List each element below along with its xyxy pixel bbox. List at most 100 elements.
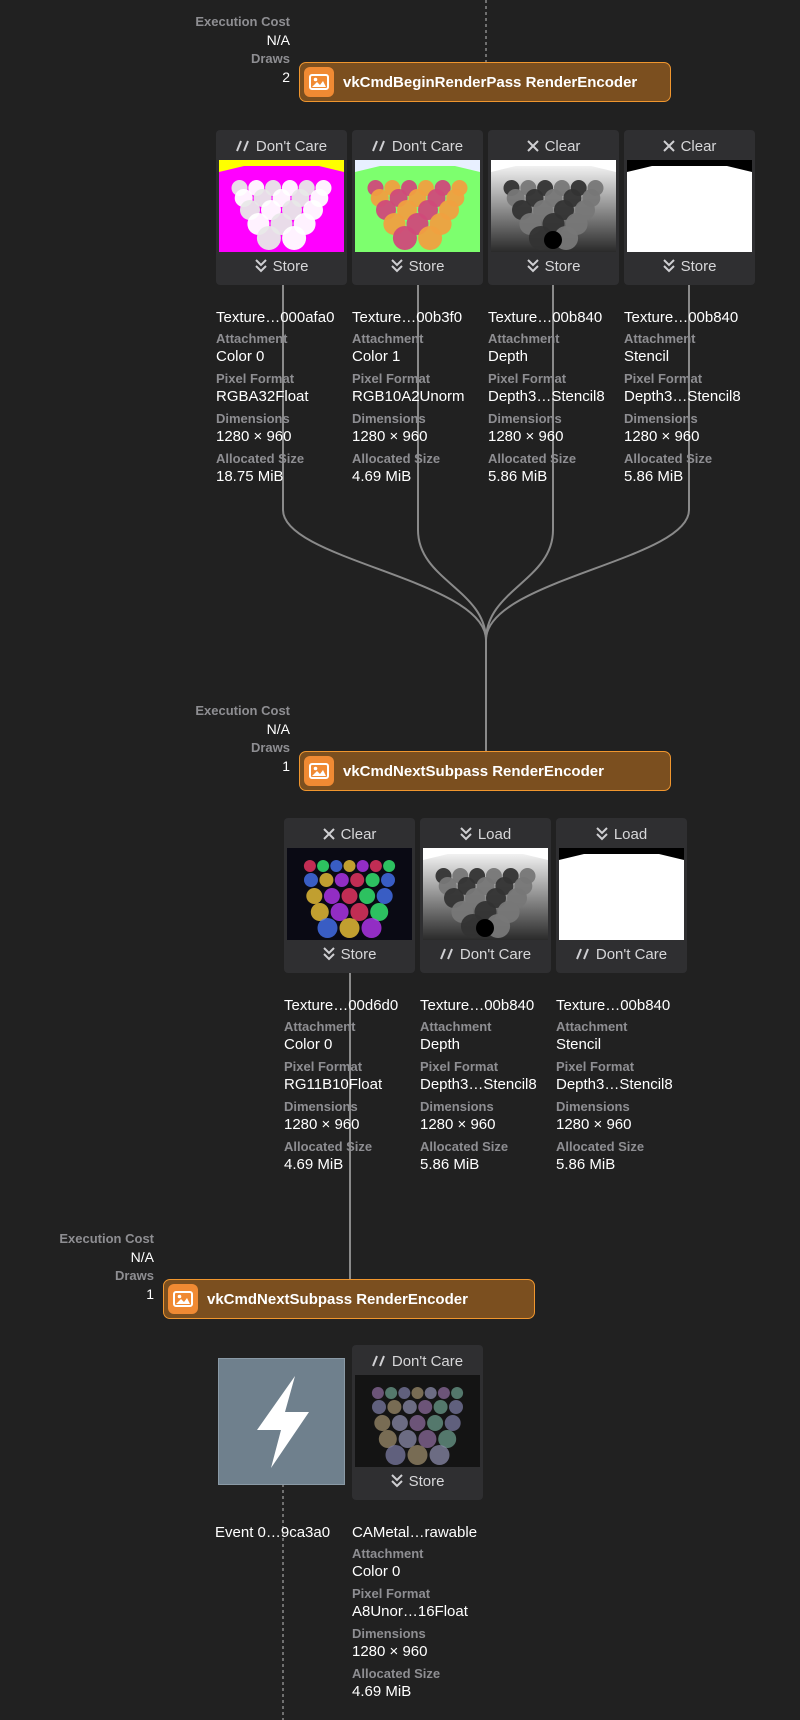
load-action-label: Load bbox=[477, 825, 512, 843]
dont-care-icon bbox=[371, 1355, 386, 1367]
allocated-size-value: 5.86 MiB bbox=[624, 468, 684, 485]
texture-name[interactable]: Texture…00b3f0 bbox=[352, 308, 488, 328]
store-action[interactable]: Store bbox=[284, 940, 415, 968]
texture-thumbnail[interactable] bbox=[355, 160, 480, 252]
exec-cost-label: Execution Cost bbox=[195, 703, 290, 718]
attachment-value: Stencil bbox=[556, 1036, 602, 1053]
store-action[interactable]: Store bbox=[352, 252, 483, 280]
store-action[interactable]: Store bbox=[216, 252, 347, 280]
attachment-label: Attachment bbox=[352, 1546, 424, 1561]
attachment-label: Attachment bbox=[216, 331, 288, 346]
store-action[interactable]: Store bbox=[624, 252, 755, 280]
texture-name[interactable]: Texture…000afa0 bbox=[216, 308, 352, 328]
dimensions-label: Dimensions bbox=[624, 411, 698, 426]
texture-name[interactable]: Texture…00b840 bbox=[420, 996, 556, 1016]
exec-cost-value: N/A bbox=[266, 32, 290, 48]
pixel-format-value: Depth3…Stencil8 bbox=[488, 388, 605, 405]
store-action[interactable]: Don't Care bbox=[420, 940, 551, 968]
load-action[interactable]: Don't Care bbox=[352, 1347, 483, 1375]
texture-thumbnail[interactable] bbox=[423, 848, 548, 940]
attachment-value: Depth bbox=[420, 1036, 461, 1053]
encoder-node-next-subpass-2[interactable]: vkCmdNextSubpass RenderEncoder bbox=[163, 1279, 535, 1319]
exec-cost-label: Execution Cost bbox=[59, 1231, 154, 1246]
encoder-node-next-subpass-1[interactable]: vkCmdNextSubpass RenderEncoder bbox=[299, 751, 671, 791]
load-action[interactable]: Clear bbox=[284, 820, 415, 848]
store-action[interactable]: Don't Care bbox=[556, 940, 687, 968]
event-node[interactable] bbox=[218, 1358, 345, 1485]
dimensions-label: Dimensions bbox=[352, 1626, 426, 1641]
load-action[interactable]: Clear bbox=[624, 132, 755, 160]
dimensions-label: Dimensions bbox=[556, 1099, 630, 1114]
dimensions-value: 1280 × 960 bbox=[216, 428, 292, 445]
dimensions-label: Dimensions bbox=[284, 1099, 358, 1114]
dimensions-label: Dimensions bbox=[352, 411, 426, 426]
encoder-node-begin-render-pass[interactable]: vkCmdBeginRenderPass RenderEncoder bbox=[299, 62, 671, 102]
clear-x-icon bbox=[526, 140, 539, 152]
load-action-label: Clear bbox=[340, 825, 377, 843]
attachment-info: Texture…00b840 Attachment Stencil Pixel For… bbox=[624, 308, 760, 490]
dont-care-icon bbox=[371, 140, 386, 152]
load-action[interactable]: Don't Care bbox=[352, 132, 483, 160]
texture-name[interactable]: Texture…00b840 bbox=[624, 308, 760, 328]
clear-x-icon bbox=[662, 140, 675, 152]
store-action[interactable]: Store bbox=[352, 1467, 483, 1495]
attachment-card[interactable]: Don't Care Store bbox=[352, 1345, 483, 1500]
attachment-card[interactable]: Load Don't Care bbox=[556, 818, 687, 973]
encoder-3-meta: Execution Cost N/A Draws 1 bbox=[14, 1230, 154, 1304]
load-action[interactable]: Load bbox=[420, 820, 551, 848]
texture-thumbnail[interactable] bbox=[287, 848, 412, 940]
pixel-format-value: RGB10A2Unorm bbox=[352, 388, 465, 405]
attachment-value: Color 1 bbox=[352, 348, 401, 365]
dimensions-value: 1280 × 960 bbox=[624, 428, 700, 445]
draws-value: 2 bbox=[282, 69, 290, 85]
load-action[interactable]: Don't Care bbox=[216, 132, 347, 160]
load-action[interactable]: Load bbox=[556, 820, 687, 848]
allocated-size-value: 4.69 MiB bbox=[352, 468, 412, 485]
attachment-card[interactable]: Clear Store bbox=[284, 818, 415, 973]
load-action-label: Don't Care bbox=[255, 137, 328, 155]
event-info: Event 0…9ca3a0 bbox=[215, 1523, 351, 1545]
texture-name[interactable]: Texture…00b840 bbox=[556, 996, 692, 1016]
allocated-size-label: Allocated Size bbox=[352, 451, 441, 466]
store-action[interactable]: Store bbox=[488, 252, 619, 280]
attachment-card[interactable]: Don't Care Store bbox=[352, 130, 483, 285]
attachment-label: Attachment bbox=[488, 331, 560, 346]
texture-thumbnail[interactable] bbox=[491, 160, 616, 252]
dont-care-icon bbox=[235, 140, 250, 152]
attachment-card[interactable]: Clear Store bbox=[624, 130, 755, 285]
dimensions-value: 1280 × 960 bbox=[352, 1643, 428, 1660]
texture-thumbnail[interactable] bbox=[219, 160, 344, 252]
pixel-format-value: A8Unor…16Float bbox=[352, 1603, 468, 1620]
allocated-size-value: 5.86 MiB bbox=[556, 1156, 616, 1173]
pixel-format-label: Pixel Format bbox=[488, 371, 567, 386]
allocated-size-label: Allocated Size bbox=[624, 451, 713, 466]
dont-care-icon bbox=[575, 948, 590, 960]
texture-thumbnail[interactable] bbox=[627, 160, 752, 252]
load-action-label: Load bbox=[613, 825, 648, 843]
encoder-2-meta: Execution Cost N/A Draws 1 bbox=[150, 702, 290, 776]
attachment-value: Color 0 bbox=[352, 1563, 401, 1580]
chevron-double-down-icon bbox=[460, 827, 472, 841]
load-action-label: Clear bbox=[544, 137, 581, 155]
pixel-format-label: Pixel Format bbox=[284, 1059, 363, 1074]
attachment-info: Texture…00b3f0 Attachment Color 1 Pixel For… bbox=[352, 308, 488, 490]
pixel-format-value: RG11B10Float bbox=[284, 1076, 383, 1093]
attachment-card[interactable]: Clear Store bbox=[488, 130, 619, 285]
attachment-label: Attachment bbox=[624, 331, 696, 346]
texture-name[interactable]: Texture…00b840 bbox=[488, 308, 624, 328]
exec-cost-value: N/A bbox=[266, 721, 290, 737]
texture-thumbnail[interactable] bbox=[559, 848, 684, 940]
texture-thumbnail[interactable] bbox=[355, 1375, 480, 1467]
allocated-size-value: 4.69 MiB bbox=[352, 1683, 412, 1700]
attachment-info: Texture…00d6d0 Attachment Color 0 Pixel For… bbox=[284, 996, 420, 1178]
attachment-card[interactable]: Don't Care Store bbox=[216, 130, 347, 285]
allocated-size-label: Allocated Size bbox=[352, 1666, 441, 1681]
load-action[interactable]: Clear bbox=[488, 132, 619, 160]
texture-name[interactable]: Texture…00d6d0 bbox=[284, 996, 420, 1016]
attachment-card[interactable]: Load Don't Care bbox=[420, 818, 551, 973]
attachment-value: Color 0 bbox=[284, 1036, 333, 1053]
pixel-format-label: Pixel Format bbox=[624, 371, 703, 386]
dimensions-value: 1280 × 960 bbox=[556, 1116, 632, 1133]
texture-name[interactable]: CAMetal…rawable bbox=[352, 1523, 488, 1543]
image-icon bbox=[168, 1284, 198, 1314]
